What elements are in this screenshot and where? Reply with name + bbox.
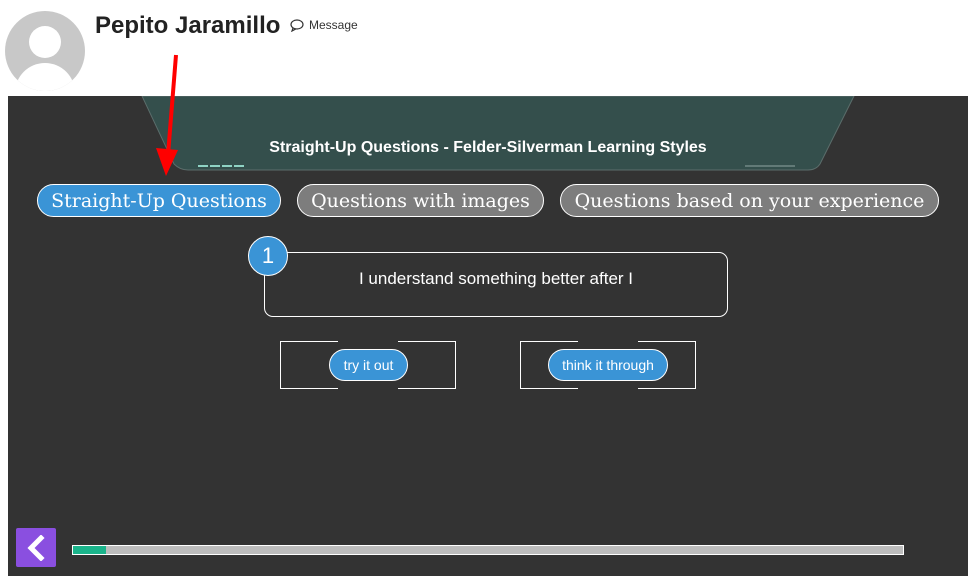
banner-dash-4 bbox=[234, 165, 244, 167]
answer-think-it-through-button[interactable]: think it through bbox=[548, 349, 668, 381]
progress-bar bbox=[72, 545, 904, 555]
title-banner bbox=[141, 96, 855, 171]
question-number-badge: 1 bbox=[248, 236, 288, 276]
tab-questions-with-images[interactable]: Questions with images bbox=[297, 184, 544, 217]
tab-straight-up-questions[interactable]: Straight-Up Questions bbox=[37, 184, 281, 217]
chevron-left-icon bbox=[27, 534, 45, 561]
answer-option-frame: try it out bbox=[280, 341, 456, 389]
avatar bbox=[5, 11, 85, 91]
tab-questions-based-on-experience[interactable]: Questions based on your experience bbox=[560, 184, 939, 217]
banner-dash-2 bbox=[210, 165, 220, 167]
avatar-head-shape bbox=[29, 26, 61, 58]
banner-dash-1 bbox=[198, 165, 208, 167]
speech-bubble-icon bbox=[290, 18, 304, 32]
message-link[interactable]: Message bbox=[290, 18, 358, 32]
quiz-panel: Straight-Up Questions - Felder-Silverman… bbox=[8, 96, 968, 576]
avatar-body-shape bbox=[15, 63, 75, 91]
question-card: I understand something better after I bbox=[264, 252, 728, 317]
back-button[interactable] bbox=[16, 528, 56, 567]
answer-option-frame: think it through bbox=[520, 341, 696, 389]
banner-dash-3 bbox=[222, 165, 232, 167]
message-label: Message bbox=[309, 18, 358, 32]
category-tabs: Straight-Up Questions Questions with ima… bbox=[8, 184, 968, 218]
answer-try-it-out-button[interactable]: try it out bbox=[329, 349, 408, 381]
quiz-title: Straight-Up Questions - Felder-Silverman… bbox=[269, 139, 707, 156]
progress-fill bbox=[73, 546, 107, 554]
user-name: Pepito Jaramillo bbox=[95, 12, 281, 39]
question-text: I understand something better after I bbox=[358, 269, 634, 288]
